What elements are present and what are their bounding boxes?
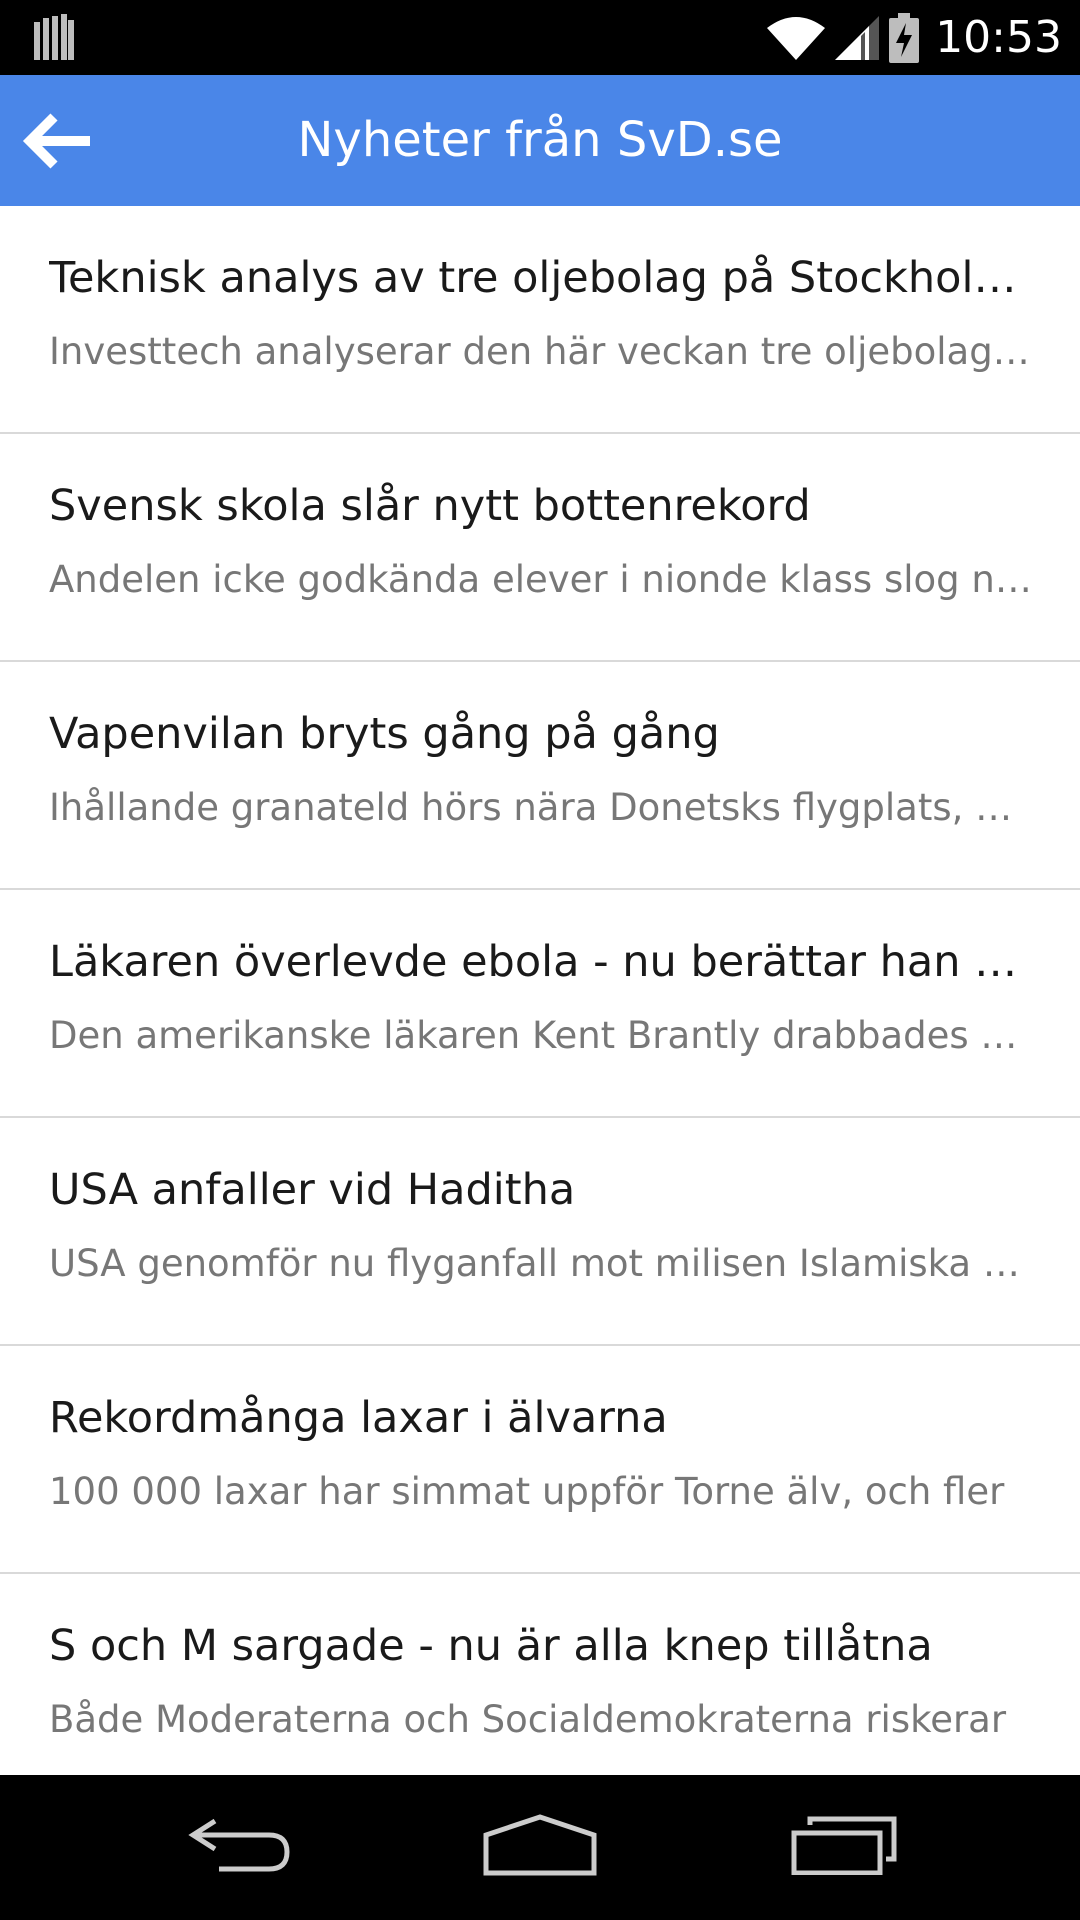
article-title: S och M sargade - nu är alla knep tillåt… bbox=[49, 1621, 933, 1671]
page-title: Nyheter från SvD.se bbox=[297, 112, 783, 168]
article-summary: Den amerikanske läkaren Kent Brantly dra… bbox=[49, 1014, 1034, 1057]
article-summary: Både Moderaterna och Socialdemokraterna … bbox=[49, 1698, 1007, 1741]
back-button[interactable] bbox=[10, 93, 106, 189]
article-list[interactable]: Teknisk analys av tre oljebolag på Stock… bbox=[0, 206, 1080, 1775]
list-item[interactable]: Rekordmånga laxar i älvarna 100 000 laxa… bbox=[0, 1346, 1080, 1574]
article-title: Läkaren överlevde ebola - nu berättar ha… bbox=[49, 937, 1034, 987]
status-bar: 10:53 bbox=[0, 0, 1080, 75]
article-title: Vapenvilan bryts gång på gång bbox=[49, 709, 720, 759]
article-summary: USA genomför nu flyganfall mot milisen I… bbox=[49, 1242, 1034, 1285]
list-item[interactable]: S och M sargade - nu är alla knep tillåt… bbox=[0, 1574, 1080, 1775]
notification-bars-icon bbox=[34, 14, 74, 60]
app-bar: Nyheter från SvD.se bbox=[0, 75, 1080, 206]
article-summary: Ihållande granateld hörs nära Donetsks f… bbox=[49, 786, 1034, 829]
nav-recents-button[interactable] bbox=[775, 1795, 915, 1895]
list-item[interactable]: Vapenvilan bryts gång på gång Ihållande … bbox=[0, 662, 1080, 890]
recent-apps-icon bbox=[791, 1816, 897, 1875]
screen: 10:53 Nyheter från SvD.se Teknisk analys… bbox=[0, 0, 1080, 1920]
battery-charging-icon bbox=[889, 12, 920, 63]
cellular-signal-icon bbox=[835, 15, 880, 60]
list-item[interactable]: Läkaren överlevde ebola - nu berättar ha… bbox=[0, 890, 1080, 1118]
nav-back-button[interactable] bbox=[170, 1795, 310, 1895]
article-summary: 100 000 laxar har simmat uppför Torne äl… bbox=[49, 1470, 1005, 1513]
status-icons: 10:53 bbox=[767, 0, 1062, 75]
status-time: 10:53 bbox=[935, 12, 1062, 63]
article-title: Svensk skola slår nytt bottenrekord bbox=[49, 481, 811, 531]
wifi-icon bbox=[767, 16, 826, 60]
article-summary: Andelen icke godkända elever i nionde kl… bbox=[49, 558, 1034, 601]
home-nav-icon bbox=[483, 1814, 597, 1876]
list-item[interactable]: Teknisk analys av tre oljebolag på Stock… bbox=[0, 206, 1080, 434]
arrow-left-icon bbox=[22, 113, 90, 169]
back-nav-icon bbox=[188, 1818, 290, 1872]
article-title: USA anfaller vid Haditha bbox=[49, 1165, 576, 1215]
article-title: Rekordmånga laxar i älvarna bbox=[49, 1393, 668, 1443]
list-item[interactable]: Svensk skola slår nytt bottenrekord Ande… bbox=[0, 434, 1080, 662]
article-summary: Investtech analyserar den här veckan tre… bbox=[49, 330, 1034, 373]
list-item[interactable]: USA anfaller vid Haditha USA genomför nu… bbox=[0, 1118, 1080, 1346]
nav-home-button[interactable] bbox=[470, 1795, 610, 1895]
system-nav-bar bbox=[0, 1775, 1080, 1920]
article-title: Teknisk analys av tre oljebolag på Stock… bbox=[49, 253, 1034, 303]
